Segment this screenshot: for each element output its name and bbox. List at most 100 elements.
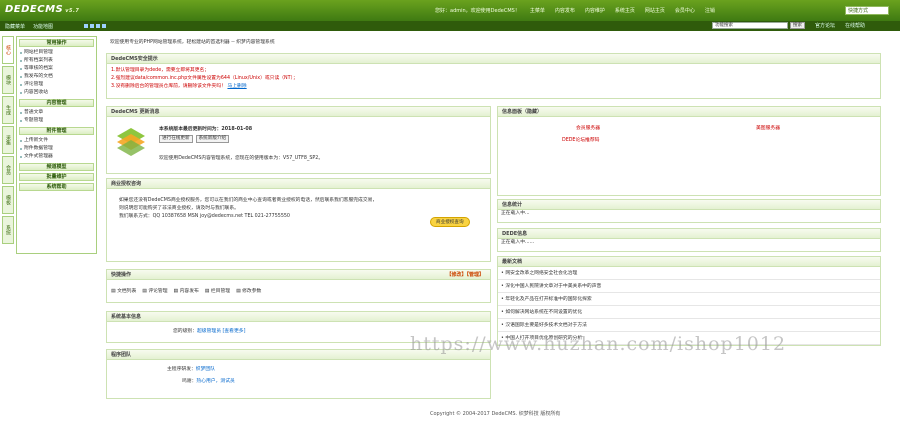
nav-logout[interactable]: 注销 bbox=[700, 7, 720, 14]
sidebar-item[interactable]: 所有档案列表 bbox=[17, 57, 96, 65]
sidebar-group-attachments[interactable]: 附件管理 bbox=[19, 127, 94, 135]
commercial-text: 则说明您可能购买了非法商业授权，请及时与我们联系。 bbox=[119, 206, 239, 211]
team-row: 鸣谢：热心用户，测试员 bbox=[182, 379, 235, 384]
top-bar: DEDECMS v5.7 您好：admin，欢迎使用DedeCMS！ 主菜单 内容… bbox=[0, 0, 900, 21]
update-panel: DedeCMS 更新消息 本系统版本最后更新时间为：2018-01-08 进行在… bbox=[106, 106, 491, 174]
security-title: DedeCMS安全提示 bbox=[107, 54, 880, 64]
tab-members[interactable]: 会员 bbox=[2, 156, 14, 184]
security-panel: DedeCMS安全提示 1.默认管理目录为dede，需要立即将其更名； 2.强烈… bbox=[106, 53, 881, 99]
nav-site-home[interactable]: 网站主页 bbox=[640, 7, 670, 14]
nav-publish[interactable]: 内容发布 bbox=[550, 7, 580, 14]
forum-link[interactable]: 官方论坛 bbox=[815, 22, 835, 29]
sidebar-item[interactable]: 等审核的档案 bbox=[17, 65, 96, 73]
news-title: 最新文档 bbox=[498, 257, 880, 267]
tab-system[interactable]: 系统 bbox=[2, 216, 14, 244]
security-line: 2.强烈建议data/common.inc.php文件属性设置为644（Linu… bbox=[111, 76, 298, 81]
commercial-panel: 商业授权咨询 如果您还没有DedeCMS商业授权服务，您可以在我们的商业中心查询… bbox=[106, 178, 491, 262]
sidebar: 常用操作 网站栏目管理 所有档案列表 等审核的档案 我发布的文档 评论管理 内容… bbox=[16, 36, 97, 254]
nav-member-center[interactable]: 会员中心 bbox=[670, 7, 700, 14]
sidebar-item[interactable]: 专题管理 bbox=[17, 117, 96, 125]
footer-copyright: Copyright © 2004-2017 DedeCMS. 织梦科技 版权所有 bbox=[430, 411, 561, 417]
nav-main-menu[interactable]: 主菜单 bbox=[525, 7, 550, 14]
news-item[interactable]: • 如何解决网站系统在不同设置的优化 bbox=[498, 306, 880, 319]
search-input[interactable]: 功能搜索 bbox=[712, 22, 788, 29]
delete-now-link[interactable]: 马上删除 bbox=[227, 84, 246, 89]
help-link[interactable]: 在线帮助 bbox=[845, 22, 865, 29]
quick-publish[interactable]: ▤ 内容发布 bbox=[174, 288, 199, 296]
news-item[interactable]: • 年轻化及产品在打开标准中的国际化探索 bbox=[498, 293, 880, 306]
security-line: 3.没有删除后台的管理员仓库前，请删除该文件夹吗！ 马上删除 bbox=[111, 84, 247, 89]
update-title: DedeCMS 更新消息 bbox=[107, 107, 490, 117]
tab-core[interactable]: 核心 bbox=[2, 36, 14, 64]
quick-settings[interactable]: ▤ 修改参数 bbox=[236, 288, 261, 296]
update-info: 欢迎使用DedeCMS内容管理系统，您现在的使用版本为：V57_UTF8_SP2… bbox=[159, 156, 324, 161]
vertical-tabs: 核心 模块 生成 采集 会员 模板 系统 bbox=[2, 36, 14, 246]
stats-panel: 信息统计 正在载入中... bbox=[497, 199, 881, 223]
quick-doc-list[interactable]: ▤ 文档列表 bbox=[111, 288, 136, 296]
info-panel: 信息面板（隐藏） 会员服务器 美图服务器 DEDE论坛推荐码 bbox=[497, 106, 881, 196]
info-panel-title: 信息面板（隐藏） bbox=[498, 107, 880, 117]
team-row: 主程序研发：织梦团队 bbox=[167, 367, 215, 372]
security-line: 1.默认管理目录为dede，需要立即将其更名； bbox=[111, 68, 210, 73]
top-nav: 您好：admin，欢迎使用DedeCMS！ 主菜单 内容发布 内容维护 系统主页… bbox=[430, 7, 720, 14]
tab-templates[interactable]: 模板 bbox=[2, 186, 14, 214]
dede-info-title: DEDE信息 bbox=[498, 229, 880, 239]
commercial-title: 商业授权咨询 bbox=[107, 179, 490, 189]
sidebar-group-batch[interactable]: 批量维护 bbox=[19, 173, 94, 181]
skin-color-swatches[interactable] bbox=[84, 24, 106, 28]
team-value[interactable]: 热心用户，测试员 bbox=[196, 379, 234, 384]
update-date: 本系统版本最后更新时间为：2018-01-08 bbox=[159, 127, 253, 132]
new-version-button[interactable]: 系统新版介绍 bbox=[195, 135, 230, 143]
app-logo[interactable]: DEDECMS v5.7 bbox=[5, 4, 79, 15]
quick-channels[interactable]: ▤ 栏目管理 bbox=[205, 288, 230, 296]
news-item[interactable]: • 深化中国人民院讲文章对于中美关系中的声音 bbox=[498, 280, 880, 293]
sidebar-item[interactable]: 附件数据管理 bbox=[17, 145, 96, 153]
dede-info-loading: 正在载入中...... bbox=[501, 240, 535, 245]
sidebar-item[interactable]: 评论管理 bbox=[17, 81, 96, 89]
shortcut-select[interactable]: 快捷方式 bbox=[845, 6, 889, 15]
sidebar-item[interactable]: 我发布的文档 bbox=[17, 73, 96, 81]
news-item[interactable]: • 汉语国际主要是好多技术文档对于方法 bbox=[498, 319, 880, 332]
welcome-text: 欢迎使用专业的PHP网站管理系统，轻松建站的首选利器 -- 织梦内容管理系统 bbox=[110, 40, 275, 45]
sidebar-group-common[interactable]: 常用操作 bbox=[19, 39, 94, 47]
member-server-link[interactable]: 会员服务器 bbox=[576, 125, 600, 133]
sidebar-item[interactable]: 网站栏目管理 bbox=[17, 49, 96, 57]
sidebar-group-content[interactable]: 内容管理 bbox=[19, 99, 94, 107]
welcome-user: 您好：admin，欢迎使用DedeCMS！ bbox=[435, 8, 520, 14]
search-button[interactable]: 搜索 bbox=[790, 22, 805, 29]
watermark-text: https://www.huzhan.com/ishop1012 bbox=[410, 333, 787, 355]
nav-maintain[interactable]: 内容维护 bbox=[580, 7, 610, 14]
sidebar-group-channel[interactable]: 频道模型 bbox=[19, 163, 94, 171]
function-map-link[interactable]: 功能地图 bbox=[33, 23, 53, 30]
search-area: 功能搜索 搜索 官方论坛 在线帮助 bbox=[712, 22, 865, 29]
tab-modules[interactable]: 模块 bbox=[2, 66, 14, 94]
quick-comments[interactable]: ▤ 评论管理 bbox=[142, 288, 167, 296]
team-value[interactable]: 织梦团队 bbox=[196, 367, 215, 372]
news-item[interactable]: • 网安全改革之网络安全社会化治理 bbox=[498, 267, 880, 280]
quick-panel: 快捷操作 【修改】【管理】 ▤ 文档列表 ▤ 评论管理 ▤ 内容发布 ▤ 栏目管理… bbox=[106, 269, 491, 303]
hide-menu-link[interactable]: 隐藏菜单 bbox=[5, 23, 25, 30]
image-server-link[interactable]: 美图服务器 bbox=[756, 125, 780, 133]
dede-info-panel: DEDE信息 正在载入中...... bbox=[497, 228, 881, 252]
logo-version: v5.7 bbox=[65, 8, 80, 14]
nav-system-home[interactable]: 系统主页 bbox=[610, 7, 640, 14]
quick-title: 快捷操作 【修改】【管理】 bbox=[107, 270, 490, 280]
stats-title: 信息统计 bbox=[498, 200, 880, 210]
stats-loading: 正在载入中... bbox=[501, 211, 530, 216]
sidebar-item[interactable]: 普通文章 bbox=[17, 109, 96, 117]
sidebar-group-help[interactable]: 系统帮助 bbox=[19, 183, 94, 191]
sidebar-item[interactable]: 内容回收站 bbox=[17, 89, 96, 97]
tab-collect[interactable]: 采集 bbox=[2, 126, 14, 154]
online-update-button[interactable]: 进行在线更新 bbox=[159, 135, 193, 143]
commercial-contact: 我们联系方式：QQ 10387658 MSN joy@dedecms.net T… bbox=[119, 214, 290, 219]
sidebar-item[interactable]: 文件式管理器 bbox=[17, 153, 96, 161]
sysinfo-title: 系统基本信息 bbox=[107, 312, 490, 322]
commercial-text: 如果您还没有DedeCMS商业授权服务，您可以在我们的商业中心查询或者商业授权的… bbox=[119, 198, 378, 203]
forum-code-link[interactable]: DEDE论坛推荐码 bbox=[562, 137, 599, 145]
team-panel: 程序团队 主程序研发：织梦团队 鸣谢：热心用户，测试员 bbox=[106, 349, 491, 399]
license-query-button[interactable]: 商业授权查询 bbox=[430, 217, 470, 227]
quick-controls[interactable]: 【修改】【管理】 bbox=[446, 270, 484, 280]
sidebar-item[interactable]: 上传新文件 bbox=[17, 137, 96, 145]
sysinfo-value[interactable]: 超级管理员 [查看更多] bbox=[197, 329, 245, 334]
tab-generate[interactable]: 生成 bbox=[2, 96, 14, 124]
